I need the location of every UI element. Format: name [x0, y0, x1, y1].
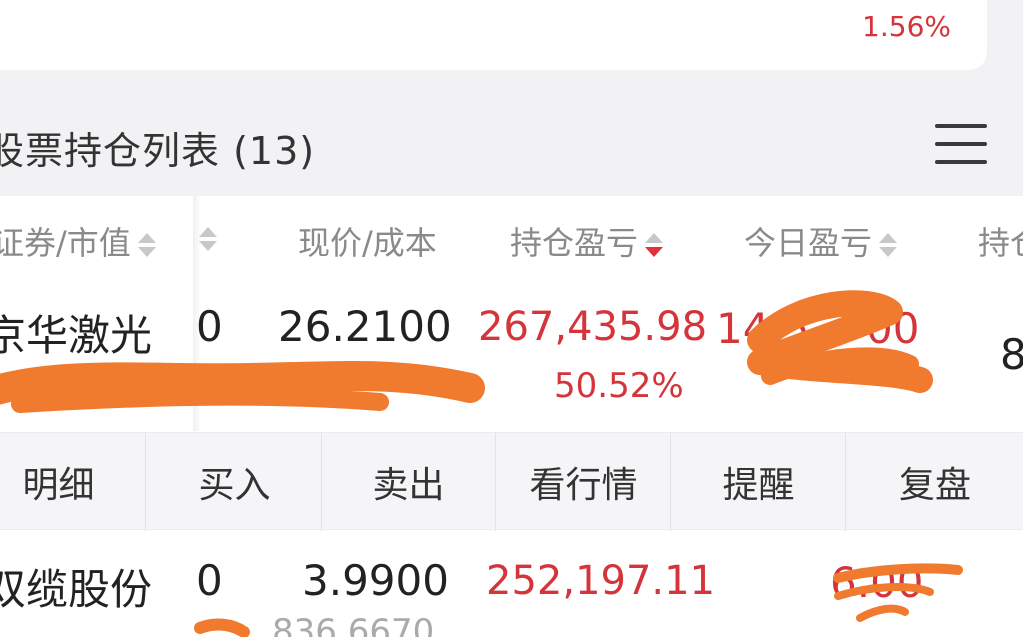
row2-name[interactable]: 双缆股份 [0, 556, 152, 617]
section-title: 股票持仓列表 (13) [0, 129, 316, 173]
row2-today-pl: 6.00 [830, 558, 924, 607]
summary-card [0, 0, 987, 70]
buy-button[interactable]: 买入 [148, 433, 322, 531]
sort-icon[interactable] [878, 230, 898, 260]
summary-percent: 1.56% [862, 10, 951, 43]
row1-qty: 0 [196, 302, 223, 351]
menu-icon[interactable] [935, 120, 987, 166]
sort-desc-icon[interactable] [644, 230, 664, 260]
row2-position-pl: 252,197.11 [486, 558, 716, 604]
row2-cost: 836.6670 [272, 612, 435, 637]
sort-icon[interactable] [137, 230, 157, 260]
row1-price: 26.2100 [278, 302, 452, 351]
row2-price: 3.9900 [302, 556, 449, 605]
alert-button[interactable]: 提醒 [672, 433, 846, 531]
row1-today-pl-tail: 00 [866, 304, 920, 353]
row1-today-pl: 14,5 [716, 304, 810, 353]
row1-position-pl: 267,435.98 [478, 304, 708, 350]
row1-position-pl-pct: 50.52% [554, 366, 684, 406]
col-header-holding[interactable]: 持仓 [978, 218, 1023, 264]
detail-button[interactable]: 明细 [0, 433, 146, 531]
sell-button[interactable]: 卖出 [322, 433, 496, 531]
row1-name[interactable]: 京华激光 [0, 302, 152, 363]
col-header-qty-sort[interactable] [192, 218, 218, 256]
row2-qty: 0 [196, 556, 223, 605]
col-header-today-pl[interactable]: 今日盈亏 [744, 218, 898, 264]
col-header-security[interactable]: 证券/市值 [0, 218, 157, 264]
row1-holding: 8 [1000, 330, 1023, 379]
sort-icon[interactable] [198, 224, 218, 254]
col-header-position-pl[interactable]: 持仓盈亏 [510, 218, 664, 264]
col-header-price[interactable]: 现价/成本 [298, 218, 437, 264]
view-quote-button[interactable]: 看行情 [497, 433, 671, 531]
row-action-bar: 明细 买入 卖出 看行情 提醒 复盘 [0, 432, 1023, 531]
review-button[interactable]: 复盘 [848, 433, 1022, 531]
